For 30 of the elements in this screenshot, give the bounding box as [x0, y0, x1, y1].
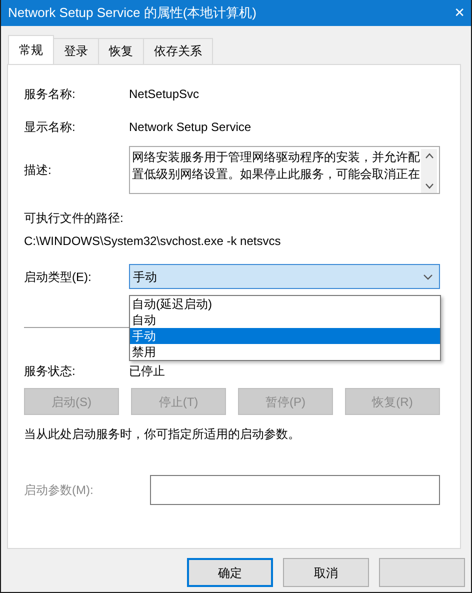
scroll-up-icon[interactable] [424, 153, 434, 159]
dropdown-option[interactable]: 自动(延迟启动) [130, 296, 440, 312]
field-label: 描述: [24, 163, 52, 177]
tab[interactable]: 依存关系 [143, 38, 213, 64]
field-value: NetSetupSvc [129, 86, 200, 103]
scrollbar[interactable] [421, 149, 437, 193]
dialog-button[interactable]: 确定 [187, 558, 273, 587]
field-label: 可执行文件的路径: [24, 210, 124, 227]
parameters-field[interactable] [150, 475, 440, 505]
field-label: 服务名称: [24, 87, 76, 101]
scroll-down-icon[interactable] [424, 183, 434, 189]
hint-text: 当从此处启动服务时，你可指定所适用的启动参数。 [24, 426, 301, 443]
path-value: C:\WINDOWS\System32\svchost.exe -k netsvcs [24, 233, 282, 250]
dropdown-option[interactable]: 自动 [130, 312, 440, 328]
tab[interactable]: 常规 [8, 35, 54, 65]
dropdown-value: 手动 [133, 268, 157, 286]
chevron-down-icon [423, 274, 433, 280]
dropdown-option[interactable]: 手动 [130, 328, 440, 344]
field-label: 启动参数(M): [24, 482, 94, 499]
field-label: 服务状态: [24, 364, 76, 378]
dialog-button[interactable]: 取消 [283, 558, 369, 587]
startup-type-dropdown[interactable]: 手动 [129, 264, 440, 289]
field-value: Network Setup Service [129, 119, 252, 136]
dropdown-option[interactable]: 禁用 [130, 344, 440, 360]
description-text: 网络安装服务用于管理网络驱动程序的安装，并允许配置低级别网络设置。如果停止此服务，可能会取消正在 [132, 149, 421, 183]
field-label: 显示名称: [24, 120, 76, 134]
window-title: Network Setup Service 的属性(本地计算机) [8, 4, 256, 22]
field-label: 启动类型(E): [24, 270, 92, 284]
close-button[interactable]: ✕ [454, 3, 465, 23]
status-value: 已停止 [129, 363, 165, 380]
